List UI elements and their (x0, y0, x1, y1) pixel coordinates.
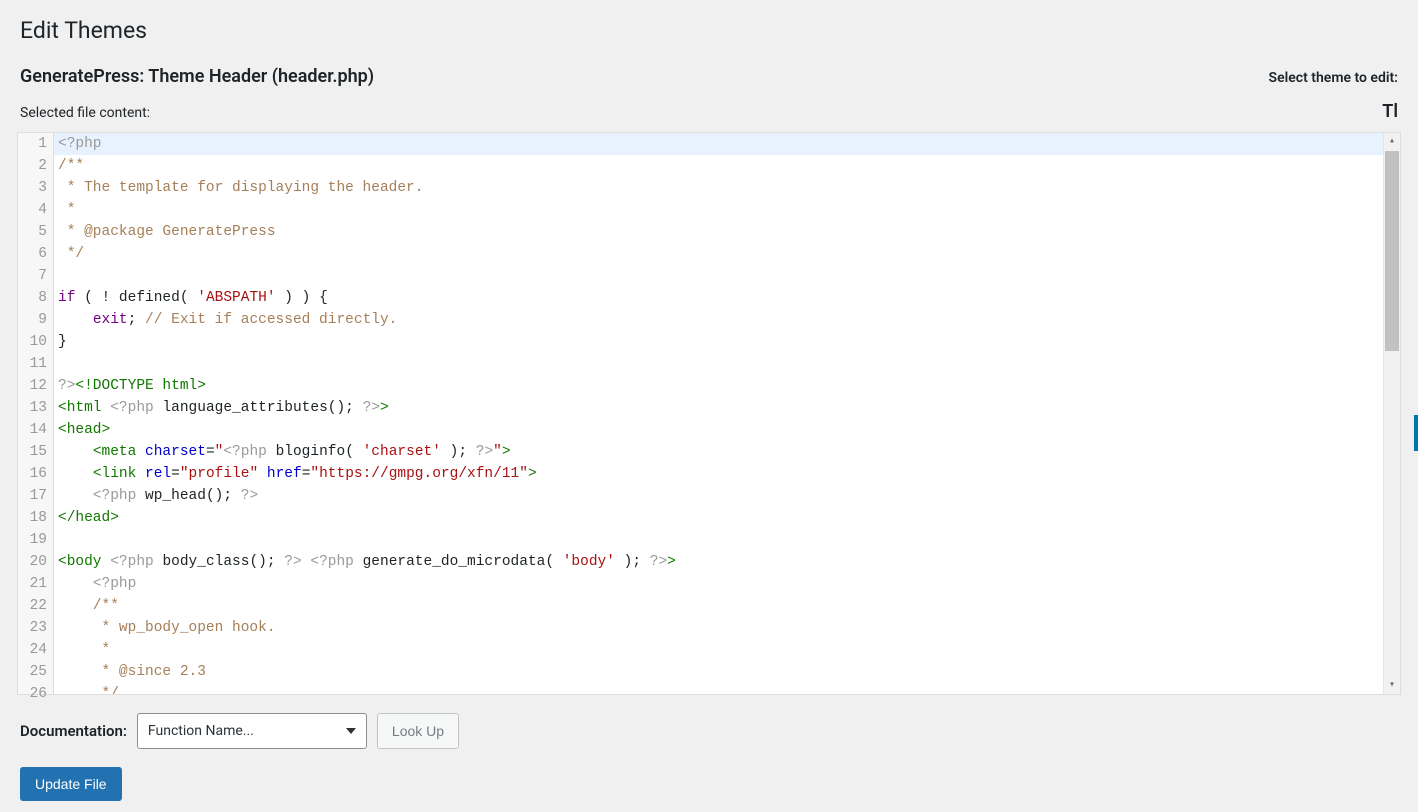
line-number: 3 (22, 177, 49, 199)
code-line[interactable]: */ (54, 683, 1383, 694)
code-line[interactable]: <?php (54, 573, 1383, 595)
line-number: 15 (22, 441, 49, 463)
code-line[interactable]: * The template for displaying the header… (54, 177, 1383, 199)
code-line[interactable]: if ( ! defined( 'ABSPATH' ) ) { (54, 287, 1383, 309)
scroll-up-arrow[interactable]: ▴ (1384, 133, 1400, 150)
line-number: 24 (22, 639, 49, 661)
scroll-thumb[interactable] (1385, 151, 1399, 351)
code-line[interactable]: * wp_body_open hook. (54, 617, 1383, 639)
line-number: 19 (22, 529, 49, 551)
line-number-gutter: 1234567891011121314151617181920212223242… (18, 133, 54, 694)
theme-file-subtitle: GeneratePress: Theme Header (header.php) (20, 66, 374, 87)
line-number: 14 (22, 419, 49, 441)
line-number: 17 (22, 485, 49, 507)
line-number: 5 (22, 221, 49, 243)
line-number: 2 (22, 155, 49, 177)
code-area[interactable]: <?php/** * The template for displaying t… (54, 133, 1383, 694)
selected-file-content-label: Selected file content: (20, 105, 150, 121)
code-line[interactable]: } (54, 331, 1383, 353)
line-number: 21 (22, 573, 49, 595)
code-line[interactable]: ?><!DOCTYPE html> (54, 375, 1383, 397)
line-number: 8 (22, 287, 49, 309)
page-title: Edit Themes (20, 8, 1398, 48)
code-line[interactable]: <meta charset="<?php bloginfo( 'charset'… (54, 441, 1383, 463)
update-file-button[interactable]: Update File (20, 767, 122, 801)
line-number: 7 (22, 265, 49, 287)
line-number: 4 (22, 199, 49, 221)
line-number: 11 (22, 353, 49, 375)
code-line[interactable] (54, 265, 1383, 287)
code-line[interactable]: <html <?php language_attributes(); ?>> (54, 397, 1383, 419)
function-name-select[interactable]: Function Name... (137, 713, 367, 749)
side-indicator (1414, 415, 1418, 451)
code-line[interactable] (54, 353, 1383, 375)
code-line[interactable]: </head> (54, 507, 1383, 529)
line-number: 18 (22, 507, 49, 529)
code-line[interactable]: */ (54, 243, 1383, 265)
code-editor[interactable]: 1234567891011121314151617181920212223242… (17, 132, 1401, 695)
line-number: 12 (22, 375, 49, 397)
line-number: 20 (22, 551, 49, 573)
code-line[interactable]: <body <?php body_class(); ?> <?php gener… (54, 551, 1383, 573)
select-theme-label: Select theme to edit: (1269, 70, 1398, 86)
line-number: 25 (22, 661, 49, 683)
line-number: 10 (22, 331, 49, 353)
code-line[interactable]: /** (54, 155, 1383, 177)
code-line[interactable]: <head> (54, 419, 1383, 441)
code-line[interactable]: <?php wp_head(); ?> (54, 485, 1383, 507)
code-line[interactable] (54, 529, 1383, 551)
theme-files-heading-cut: Tl (1382, 101, 1398, 122)
vertical-scrollbar[interactable]: ▴ ▾ (1383, 133, 1400, 694)
function-name-select-value: Function Name... (148, 723, 254, 739)
line-number: 22 (22, 595, 49, 617)
line-number: 9 (22, 309, 49, 331)
line-number: 6 (22, 243, 49, 265)
line-number: 1 (22, 133, 49, 155)
code-line[interactable]: * (54, 199, 1383, 221)
scroll-down-arrow[interactable]: ▾ (1384, 677, 1400, 694)
line-number: 16 (22, 463, 49, 485)
code-line[interactable]: * @package GeneratePress (54, 221, 1383, 243)
documentation-label: Documentation: (20, 722, 127, 740)
lookup-button[interactable]: Look Up (377, 713, 459, 749)
code-line[interactable]: * (54, 639, 1383, 661)
code-line[interactable]: <link rel="profile" href="https://gmpg.o… (54, 463, 1383, 485)
line-number: 26 (22, 683, 49, 705)
line-number: 23 (22, 617, 49, 639)
code-line[interactable]: <?php (54, 133, 1383, 155)
code-line[interactable]: exit; // Exit if accessed directly. (54, 309, 1383, 331)
line-number: 13 (22, 397, 49, 419)
code-line[interactable]: * @since 2.3 (54, 661, 1383, 683)
code-line[interactable]: /** (54, 595, 1383, 617)
